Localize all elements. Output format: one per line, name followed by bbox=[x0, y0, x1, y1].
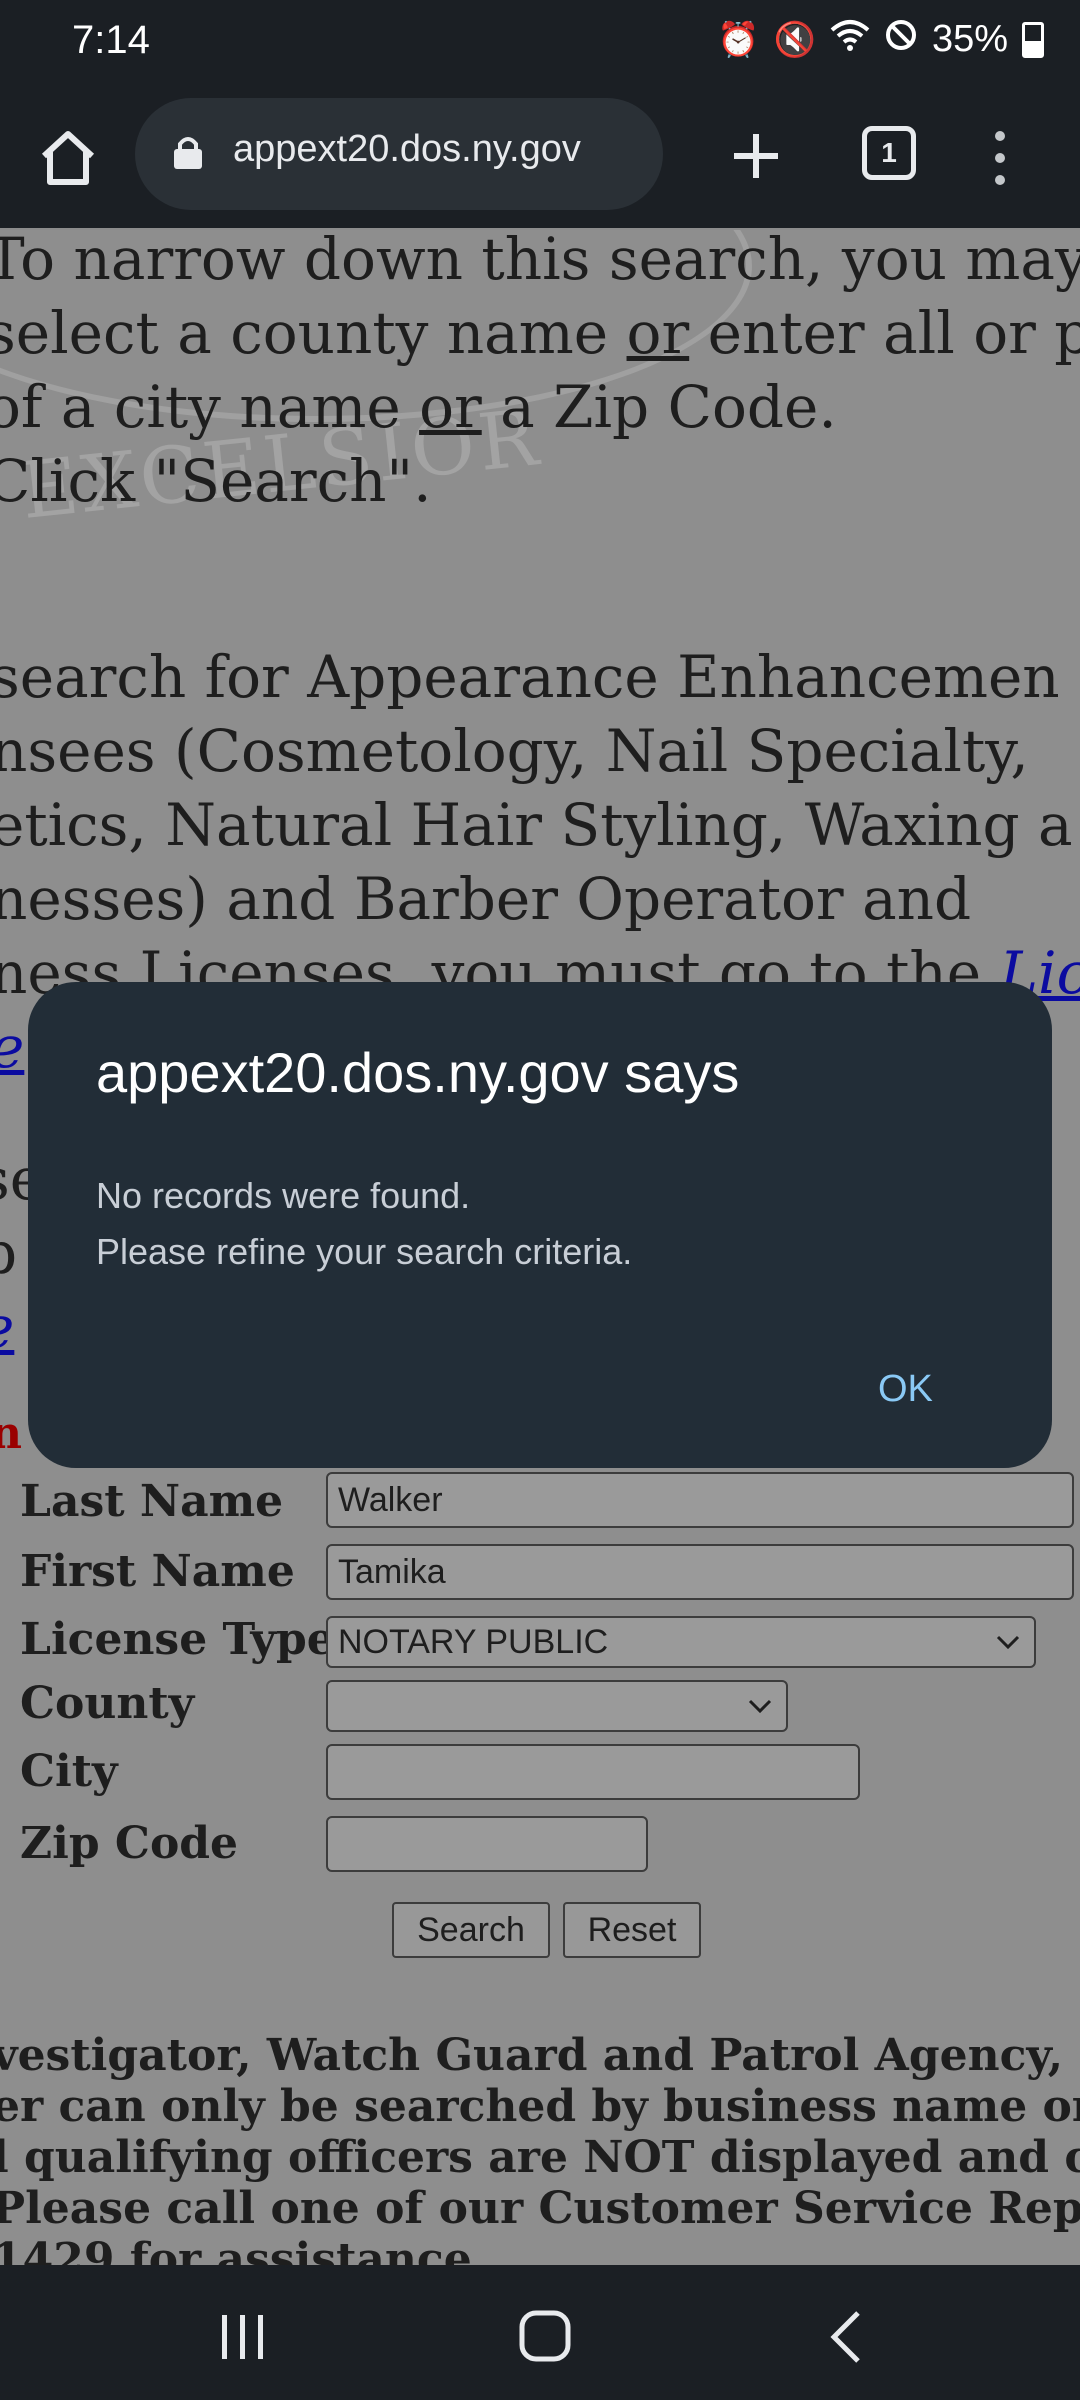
new-tab-icon[interactable] bbox=[728, 128, 784, 184]
lock-icon[interactable] bbox=[171, 134, 205, 170]
recent-apps-icon[interactable] bbox=[218, 2315, 268, 2359]
footer-line: er can only be searched by business name… bbox=[0, 2081, 1080, 2132]
county-label: County bbox=[20, 1678, 195, 1729]
city-input[interactable] bbox=[326, 1744, 860, 1800]
footer-line: l qualifying officers are NOT displayed … bbox=[0, 2132, 1080, 2183]
intro-line: To narrow down this search, you may bbox=[0, 230, 1080, 293]
browser-toolbar: appext20.dos.ny.gov 1 bbox=[0, 90, 1080, 320]
search-button[interactable]: Search bbox=[392, 1902, 550, 1958]
intro-text: a Zip Code. bbox=[481, 373, 837, 441]
battery-icon bbox=[1022, 21, 1044, 58]
intro-text: enter all or p bbox=[689, 299, 1080, 367]
intro-or: or bbox=[626, 299, 690, 367]
alert-dialog: appext20.dos.ny.gov says No records were… bbox=[28, 982, 1052, 1468]
intro-line: of a city name or a Zip Code. bbox=[0, 370, 1080, 444]
footer-notice: vestigator, Watch Guard and Patrol Agenc… bbox=[0, 2030, 1080, 2265]
info-line: nesses) and Barber Operator and bbox=[0, 865, 972, 933]
intro-line: select a county name or enter all or p bbox=[0, 296, 1080, 370]
alarm-icon: ⏰ bbox=[717, 20, 760, 59]
status-icons: ⏰ 🔇 35% bbox=[717, 18, 1044, 61]
license-type-select[interactable]: NOTARY PUBLIC bbox=[326, 1616, 1036, 1668]
status-time: 7:14 bbox=[72, 18, 150, 62]
license-type-value: NOTARY PUBLIC bbox=[338, 1623, 609, 1661]
status-bar: 7:14 ⏰ 🔇 35% bbox=[0, 0, 1080, 90]
home-icon[interactable] bbox=[36, 126, 100, 190]
system-nav-bar bbox=[0, 2265, 1080, 2400]
wifi-icon bbox=[830, 18, 870, 61]
license-type-label: License Type bbox=[20, 1614, 335, 1665]
intro-paragraph: To narrow down this search, you may sele… bbox=[0, 230, 1080, 518]
info-line: search for Appearance Enhancemen bbox=[0, 643, 1060, 711]
dialog-message-line: No records were found. bbox=[96, 1175, 471, 1216]
tab-switcher-button[interactable]: 1 bbox=[862, 126, 916, 180]
url-text[interactable]: appext20.dos.ny.gov bbox=[233, 128, 581, 171]
intro-text: of a city name bbox=[0, 373, 420, 441]
first-name-label: First Name bbox=[20, 1546, 295, 1597]
info-line: nsees (Cosmetology, Nail Specialty, bbox=[0, 717, 1029, 785]
city-label: City bbox=[20, 1746, 118, 1797]
zip-code-input[interactable] bbox=[326, 1816, 648, 1872]
info-line: etics, Natural Hair Styling, Waxing a bbox=[0, 791, 1073, 859]
intro-or: or bbox=[419, 373, 482, 441]
footer-line: 1429 for assistance. bbox=[0, 2234, 488, 2265]
back-icon[interactable] bbox=[826, 2309, 866, 2365]
mute-icon: 🔇 bbox=[773, 20, 816, 59]
overflow-menu-icon[interactable] bbox=[990, 128, 1010, 188]
dialog-message-line: Please refine your search criteria. bbox=[96, 1231, 633, 1272]
footer-line: Please call one of our Customer Service … bbox=[0, 2183, 1080, 2234]
intro-line: Click "Search". bbox=[0, 447, 432, 515]
reset-button[interactable]: Reset bbox=[563, 1902, 701, 1958]
first-name-input[interactable]: Tamika bbox=[326, 1544, 1074, 1600]
footer-line: vestigator, Watch Guard and Patrol Agenc… bbox=[0, 2030, 1080, 2081]
chevron-down-icon bbox=[748, 1699, 772, 1714]
zip-code-label: Zip Code bbox=[20, 1818, 239, 1869]
url-bar[interactable]: appext20.dos.ny.gov bbox=[135, 98, 663, 210]
battery-percent: 35% bbox=[931, 18, 1008, 60]
county-select[interactable] bbox=[326, 1680, 788, 1732]
last-name-label: Last Name bbox=[20, 1476, 284, 1527]
dialog-message: No records were found. Please refine you… bbox=[96, 1168, 632, 1280]
dnd-icon bbox=[884, 18, 918, 61]
dialog-title: appext20.dos.ny.gov says bbox=[96, 1041, 740, 1104]
last-name-input[interactable]: Walker bbox=[326, 1472, 1074, 1528]
nav-home-icon[interactable] bbox=[518, 2309, 572, 2363]
ok-button[interactable]: OK bbox=[878, 1368, 988, 1411]
intro-text: select a county name bbox=[0, 299, 627, 367]
chevron-down-icon bbox=[996, 1635, 1020, 1650]
